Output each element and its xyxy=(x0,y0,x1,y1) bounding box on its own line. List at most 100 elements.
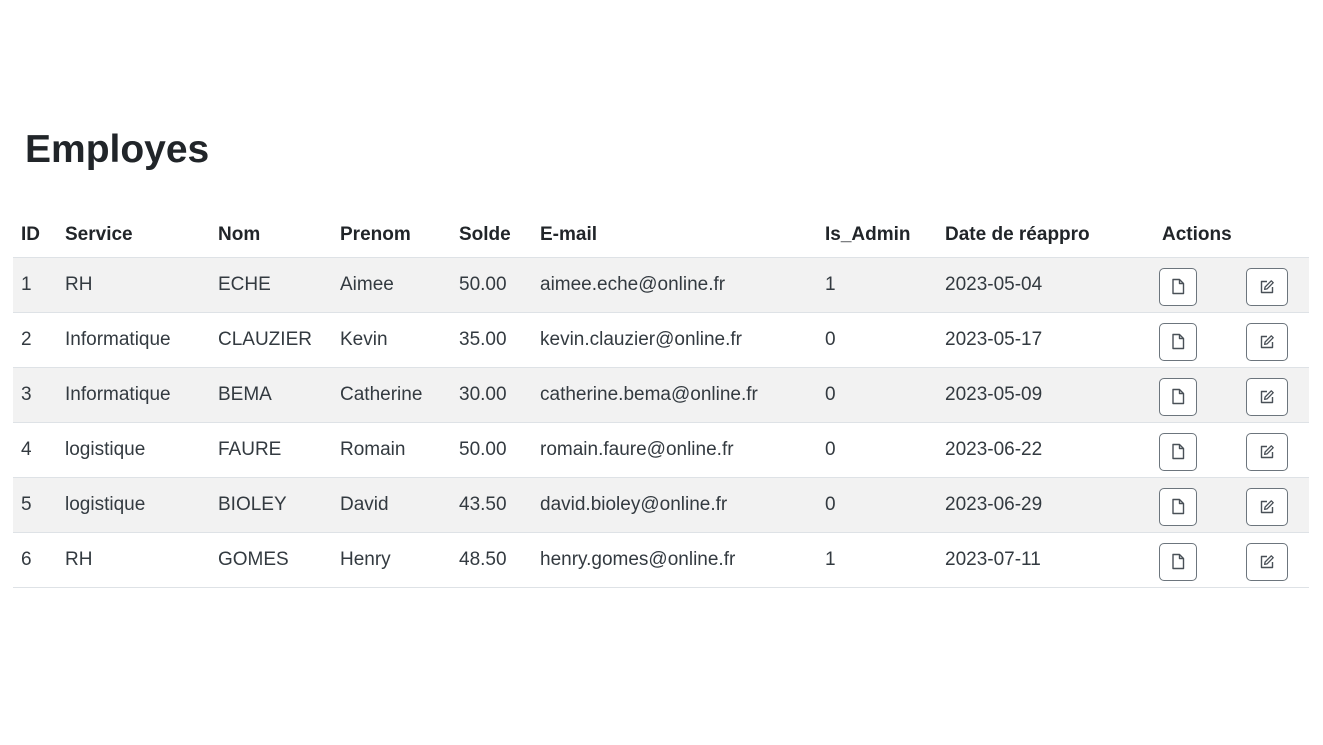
header-actions-spacer xyxy=(1231,212,1309,258)
cell-is-admin: 0 xyxy=(817,367,937,423)
cell-prenom: Kevin xyxy=(332,312,451,368)
cell-email: catherine.bema@online.fr xyxy=(532,367,817,423)
cell-date: 2023-05-17 xyxy=(937,312,1154,368)
cell-prenom: Aimee xyxy=(332,257,451,313)
cell-solde: 30.00 xyxy=(451,367,532,423)
cell-edit xyxy=(1231,312,1309,368)
table-row: 1 RH ECHE Aimee 50.00 aimee.eche@online.… xyxy=(13,257,1309,313)
header-is-admin: Is_Admin xyxy=(817,212,937,258)
cell-service: logistique xyxy=(57,477,210,533)
cell-solde: 43.50 xyxy=(451,477,532,533)
cell-edit xyxy=(1231,367,1309,423)
cell-date: 2023-05-09 xyxy=(937,367,1154,423)
edit-icon xyxy=(1259,389,1275,405)
cell-id: 1 xyxy=(13,257,57,313)
cell-service: Informatique xyxy=(57,312,210,368)
cell-email: aimee.eche@online.fr xyxy=(532,257,817,313)
cell-is-admin: 1 xyxy=(817,532,937,588)
cell-solde: 48.50 xyxy=(451,532,532,588)
table-row: 3 Informatique BEMA Catherine 30.00 cath… xyxy=(13,367,1309,423)
cell-edit xyxy=(1231,257,1309,313)
table-row: 4 logistique FAURE Romain 50.00 romain.f… xyxy=(13,422,1309,478)
header-actions: Actions xyxy=(1154,212,1232,258)
cell-id: 6 xyxy=(13,532,57,588)
cell-solde: 35.00 xyxy=(451,312,532,368)
header-email: E-mail xyxy=(532,212,817,258)
edit-button[interactable] xyxy=(1246,267,1288,306)
edit-button[interactable] xyxy=(1246,377,1288,416)
cell-nom: GOMES xyxy=(210,532,332,588)
table-body: 1 RH ECHE Aimee 50.00 aimee.eche@online.… xyxy=(13,257,1309,588)
header-solde: Solde xyxy=(451,212,532,258)
edit-icon xyxy=(1259,554,1275,570)
cell-is-admin: 1 xyxy=(817,257,937,313)
cell-edit xyxy=(1231,532,1309,588)
cell-edit xyxy=(1231,477,1309,533)
table-header: ID Service Nom Prenom Solde E-mail Is_Ad… xyxy=(13,212,1309,258)
header-id: ID xyxy=(13,212,57,258)
cell-date: 2023-05-04 xyxy=(937,257,1154,313)
edit-icon xyxy=(1259,279,1275,295)
view-button[interactable] xyxy=(1159,377,1197,416)
edit-button[interactable] xyxy=(1246,542,1288,581)
cell-service: RH xyxy=(57,532,210,588)
edit-button[interactable] xyxy=(1246,432,1288,471)
cell-solde: 50.00 xyxy=(451,422,532,478)
cell-id: 4 xyxy=(13,422,57,478)
view-button[interactable] xyxy=(1159,322,1197,361)
cell-id: 5 xyxy=(13,477,57,533)
employes-table: ID Service Nom Prenom Solde E-mail Is_Ad… xyxy=(13,212,1309,588)
cell-date: 2023-06-22 xyxy=(937,422,1154,478)
cell-service: logistique xyxy=(57,422,210,478)
cell-is-admin: 0 xyxy=(817,422,937,478)
cell-actions xyxy=(1154,257,1231,313)
edit-icon xyxy=(1259,499,1275,515)
cell-nom: FAURE xyxy=(210,422,332,478)
document-icon xyxy=(1171,553,1185,570)
edit-icon xyxy=(1259,334,1275,350)
view-button[interactable] xyxy=(1159,267,1197,306)
table-row: 5 logistique BIOLEY David 43.50 david.bi… xyxy=(13,477,1309,533)
header-service: Service xyxy=(57,212,210,258)
cell-actions xyxy=(1154,422,1231,478)
cell-service: RH xyxy=(57,257,210,313)
edit-button[interactable] xyxy=(1246,322,1288,361)
cell-solde: 50.00 xyxy=(451,257,532,313)
cell-actions xyxy=(1154,532,1231,588)
cell-actions xyxy=(1154,477,1231,533)
cell-prenom: David xyxy=(332,477,451,533)
cell-date: 2023-07-11 xyxy=(937,532,1154,588)
cell-actions xyxy=(1154,312,1231,368)
cell-nom: CLAUZIER xyxy=(210,312,332,368)
document-icon xyxy=(1171,278,1185,295)
cell-email: david.bioley@online.fr xyxy=(532,477,817,533)
cell-edit xyxy=(1231,422,1309,478)
cell-id: 3 xyxy=(13,367,57,423)
header-nom: Nom xyxy=(210,212,332,258)
edit-button[interactable] xyxy=(1246,487,1288,526)
edit-icon xyxy=(1259,444,1275,460)
cell-email: romain.faure@online.fr xyxy=(532,422,817,478)
document-icon xyxy=(1171,443,1185,460)
document-icon xyxy=(1171,388,1185,405)
header-date: Date de réappro xyxy=(937,212,1154,258)
view-button[interactable] xyxy=(1159,432,1197,471)
view-button[interactable] xyxy=(1159,542,1197,581)
cell-prenom: Henry xyxy=(332,532,451,588)
header-prenom: Prenom xyxy=(332,212,451,258)
cell-prenom: Catherine xyxy=(332,367,451,423)
employes-page: Employes ID Service Nom Prenom Solde E-m… xyxy=(0,0,1323,745)
cell-is-admin: 0 xyxy=(817,477,937,533)
cell-prenom: Romain xyxy=(332,422,451,478)
document-icon xyxy=(1171,498,1185,515)
cell-date: 2023-06-29 xyxy=(937,477,1154,533)
page-title: Employes xyxy=(25,128,210,171)
cell-nom: BIOLEY xyxy=(210,477,332,533)
view-button[interactable] xyxy=(1159,487,1197,526)
cell-actions xyxy=(1154,367,1231,423)
cell-email: kevin.clauzier@online.fr xyxy=(532,312,817,368)
cell-nom: ECHE xyxy=(210,257,332,313)
table-row: 2 Informatique CLAUZIER Kevin 35.00 kevi… xyxy=(13,312,1309,368)
cell-id: 2 xyxy=(13,312,57,368)
employes-table-container: ID Service Nom Prenom Solde E-mail Is_Ad… xyxy=(13,212,1309,588)
